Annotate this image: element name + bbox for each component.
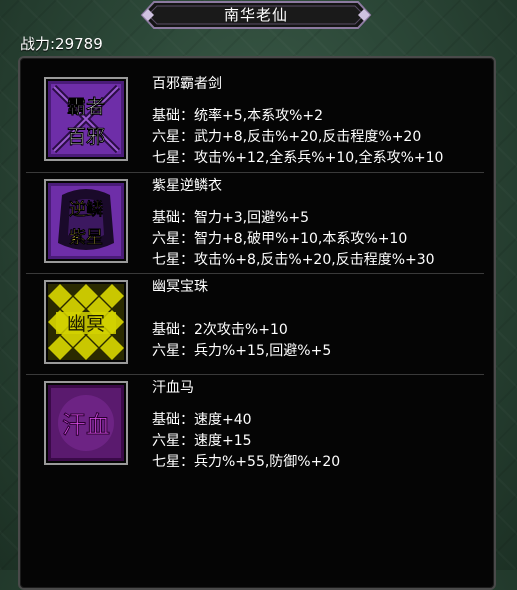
stat-six-star: 六星：智力+8,破甲%+10,本系攻%+10 <box>152 231 408 247</box>
page-title: 南华老仙 <box>223 6 288 24</box>
combat-power: 战力:29789 <box>20 35 103 53</box>
item-name: 百邪霸者剑 <box>152 76 222 92</box>
stat-six-star: 六星：武力+8,反击%+20,反击程度%+20 <box>152 129 422 145</box>
item-name: 幽冥宝珠 <box>152 279 208 295</box>
icon-text: 汗血 <box>62 411 110 439</box>
item-name: 紫星逆鳞衣 <box>152 178 222 194</box>
stat-six-star: 六星：速度+15 <box>152 433 252 449</box>
stat-base: 基础：智力+3,回避%+5 <box>152 210 310 226</box>
icon-text: 幽冥 <box>67 313 105 335</box>
item-icon-frame: 幽冥 <box>44 280 128 364</box>
list-item-horse[interactable]: 汗血 汗血马 基础：速度+40 六星：速度+15 七星：兵力%+55,防御%+2… <box>26 374 484 470</box>
title-banner: 南华老仙 <box>140 0 372 30</box>
item-name: 汗血马 <box>152 380 194 396</box>
armor-icon: 逆鳞 紫星 <box>48 183 124 259</box>
stat-base: 基础：统率+5,本系攻%+2 <box>152 108 324 124</box>
stat-seven-star: 七星：兵力%+55,防御%+20 <box>152 454 341 470</box>
item-icon-frame: 霸者 百邪 <box>44 77 128 161</box>
item-icon-frame: 逆鳞 紫星 <box>44 179 128 263</box>
icon-text: 百邪 <box>67 126 105 148</box>
stat-base: 基础：2次攻击%+10 <box>152 322 288 338</box>
stat-six-star: 六星：兵力%+15,回避%+5 <box>152 343 332 359</box>
icon-text: 紫星 <box>69 228 103 248</box>
list-item-pearl[interactable]: 幽冥 幽冥宝珠 基础：2次攻击%+10 六星：兵力%+15,回避%+5 <box>26 273 484 366</box>
stat-seven-star: 七星：攻击%+8,反击%+20,反击程度%+30 <box>152 252 435 268</box>
icon-text: 逆鳞 <box>69 200 103 220</box>
list-item-sword[interactable]: 霸者 百邪 百邪霸者剑 基础：统率+5,本系攻%+2 六星：武力+8,反击%+2… <box>26 71 484 166</box>
item-icon-frame: 汗血 <box>44 381 128 465</box>
stat-base: 基础：速度+40 <box>152 412 252 428</box>
icon-text: 霸者 <box>67 96 105 118</box>
pearl-icon: 幽冥 <box>48 284 124 360</box>
list-item-armor[interactable]: 逆鳞 紫星 紫星逆鳞衣 基础：智力+3,回避%+5 六星：智力+8,破甲%+10… <box>26 172 484 268</box>
horse-icon: 汗血 <box>48 385 124 461</box>
sword-icon: 霸者 百邪 <box>48 81 124 157</box>
stat-seven-star: 七星：攻击%+12,全系兵%+10,全系攻%+10 <box>152 150 444 166</box>
